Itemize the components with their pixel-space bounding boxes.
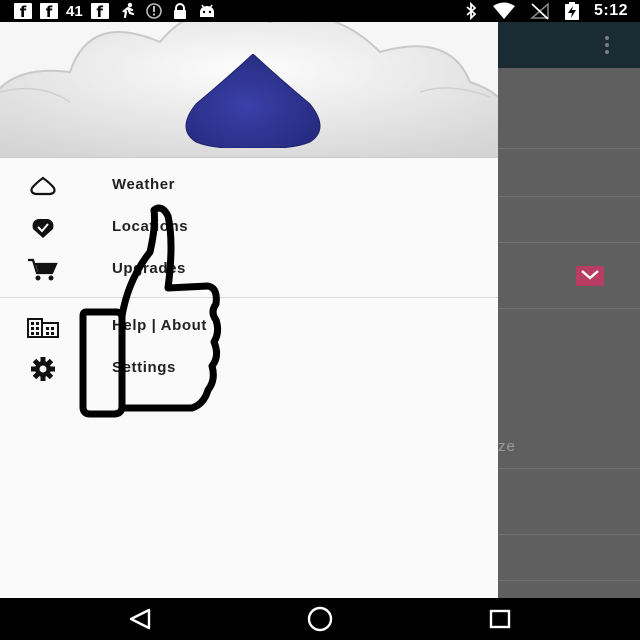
signal-off-icon: [529, 2, 549, 20]
drawer-header: [0, 22, 498, 158]
drop-outline-icon: [30, 176, 56, 196]
recents-icon: [489, 609, 511, 629]
notification-icons: f f 41 f: [14, 2, 217, 21]
list-divider: [498, 308, 640, 309]
android-icon: [199, 4, 214, 17]
drawer-item-label: Settings: [112, 359, 176, 376]
list-divider: [498, 196, 640, 197]
bluetooth-icon: [466, 2, 477, 20]
drawer-item-settings[interactable]: Settings: [0, 348, 498, 390]
checkbox-checked[interactable]: [576, 266, 604, 286]
drawer-divider: [0, 297, 498, 298]
recents-button[interactable]: [470, 598, 530, 640]
overflow-menu-icon[interactable]: [604, 36, 610, 54]
home-icon: [307, 606, 333, 632]
gear-icon: [31, 357, 55, 381]
setting-text-fragment: ze: [498, 438, 516, 455]
drawer-item-weather[interactable]: Weather: [0, 165, 498, 207]
system-nav-bar: [0, 598, 640, 640]
location-pin-icon: [32, 219, 54, 238]
shopping-cart-icon: [28, 258, 58, 281]
drawer-item-label: Locations: [112, 218, 189, 235]
drawer-item-label: Weather: [112, 176, 176, 193]
info-circle-icon: [145, 3, 162, 19]
facebook-icon: f: [14, 3, 32, 21]
drawer-item-label: Upgrades: [112, 260, 186, 277]
back-icon: [129, 608, 151, 630]
clock: 5:12: [593, 2, 628, 19]
drawer-item-label: Help | About: [112, 317, 207, 334]
water-drop-icon: [185, 54, 321, 148]
home-button[interactable]: [290, 598, 350, 640]
check-icon: [581, 270, 599, 280]
navigation-drawer: Weather Locations Upgrades Help | About: [0, 22, 498, 598]
list-divider: [498, 242, 640, 243]
back-button[interactable]: [110, 598, 170, 640]
drawer-item-upgrades[interactable]: Upgrades: [0, 249, 498, 291]
system-icons: 5:12: [464, 2, 628, 20]
list-divider: [498, 148, 640, 149]
running-man-icon: [121, 2, 134, 19]
notification-count: 41: [66, 2, 83, 20]
status-bar: f f 41 f 5:12: [0, 0, 640, 22]
facebook-icon: f: [40, 3, 58, 21]
list-divider: [498, 468, 640, 469]
facebook-icon: f: [90, 3, 109, 21]
drawer-item-locations[interactable]: Locations: [0, 207, 498, 249]
building-icon: [27, 318, 59, 338]
list-divider: [498, 534, 640, 535]
drawer-item-help-about[interactable]: Help | About: [0, 306, 498, 348]
lock-icon: [173, 3, 186, 19]
wifi-icon: [492, 2, 515, 19]
list-divider: [498, 580, 640, 581]
battery-charging-icon: [564, 2, 579, 20]
